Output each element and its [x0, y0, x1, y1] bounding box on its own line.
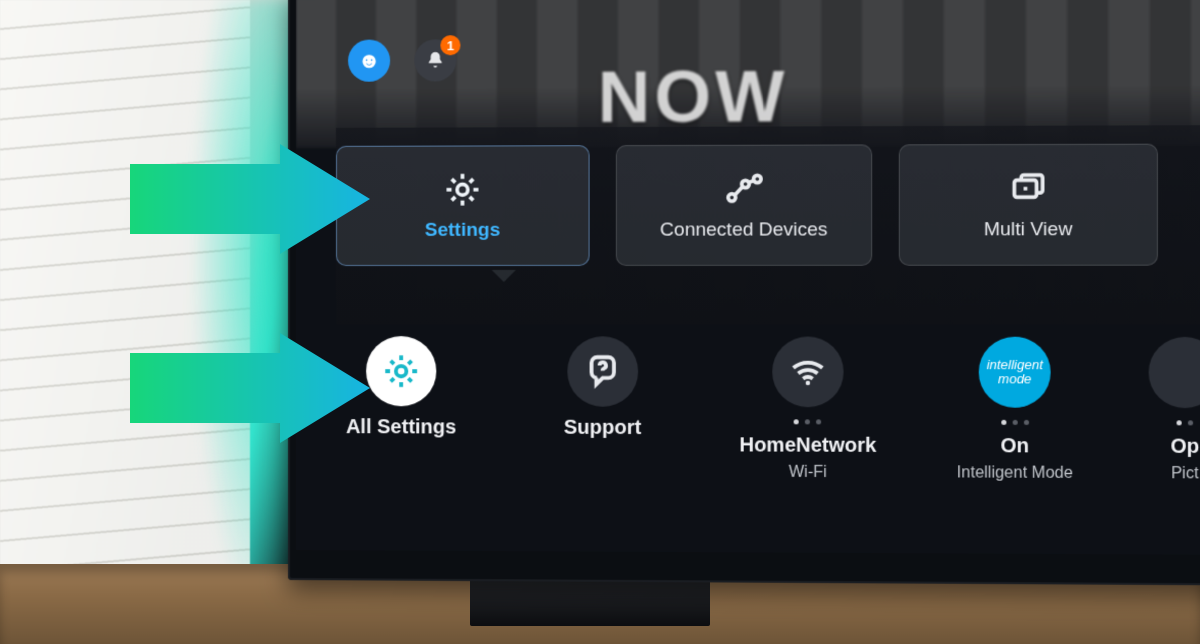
notifications-button[interactable]: 1: [414, 39, 456, 81]
scene-root: NOW ☻ 1 Settings: [0, 0, 1200, 644]
selection-caret: [492, 270, 516, 282]
sub-label: All Settings: [346, 416, 456, 439]
profile-icon[interactable]: ☻: [348, 40, 390, 82]
tv-frame: NOW ☻ 1 Settings: [288, 0, 1200, 585]
sub-sublabel: Pict: [1171, 465, 1199, 483]
status-bar: ☻ 1: [348, 39, 456, 82]
tile-settings[interactable]: Settings: [336, 145, 590, 266]
pager-dots: [794, 419, 822, 424]
sub-intelligent-mode[interactable]: intelligent mode On Intelligent Mode: [948, 337, 1081, 483]
sub-sublabel: Wi-Fi: [789, 464, 827, 482]
gear-icon: [382, 352, 420, 390]
wifi-icon: [788, 353, 827, 391]
sub-label: Support: [564, 417, 642, 440]
notification-badge: 1: [440, 35, 460, 55]
smiley-icon: ☻: [357, 48, 380, 74]
quick-tiles-row: Settings Connected Devices Multi Vi: [336, 125, 1200, 325]
sub-label: Op: [1170, 436, 1199, 459]
tile-multi-view[interactable]: Multi View: [899, 144, 1158, 266]
gear-icon: [442, 170, 482, 210]
sub-sublabel: Intelligent Mode: [957, 464, 1073, 483]
sub-label: HomeNetwork: [739, 434, 876, 458]
tile-connected-devices[interactable]: Connected Devices: [616, 144, 872, 265]
tile-label: Settings: [425, 220, 500, 242]
pager-dots: [1001, 420, 1029, 425]
pager-dots: [1177, 420, 1194, 425]
sub-home-network[interactable]: HomeNetwork Wi-Fi: [739, 336, 876, 482]
tile-label: Multi View: [984, 219, 1073, 241]
support-icon: [583, 352, 621, 390]
sub-support[interactable]: Support: [537, 336, 668, 440]
connected-devices-icon: [723, 169, 764, 209]
tile-label: Connected Devices: [660, 219, 828, 241]
tv-screen: NOW ☻ 1 Settings: [296, 0, 1200, 555]
settings-subrow: All Settings Support: [336, 336, 1200, 483]
sub-label: On: [1000, 435, 1029, 458]
multi-view-icon: [1007, 168, 1048, 209]
sub-picture-options[interactable]: Op Pict: [1154, 337, 1200, 484]
intelligent-mode-icon: intelligent mode: [979, 337, 1051, 408]
sub-all-settings[interactable]: All Settings: [336, 336, 466, 439]
